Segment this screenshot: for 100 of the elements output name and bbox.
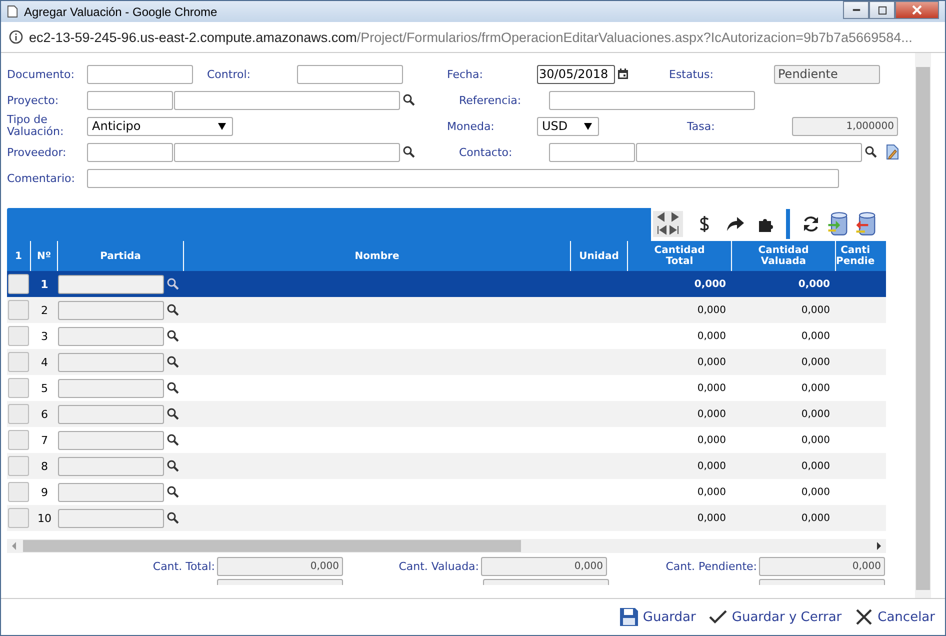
search-icon[interactable] bbox=[403, 146, 415, 158]
close-icon bbox=[912, 5, 922, 15]
url-text[interactable]: ec2-13-59-245-96.us-east-2.compute.amazonaws.com/Project/Formularios/frmOperacionEditarValuaciones.aspx?IcAutorizacion=9b7b7a5669584... bbox=[29, 30, 912, 44]
maximize-button[interactable] bbox=[869, 1, 895, 19]
search-icon[interactable] bbox=[167, 486, 179, 498]
row-selector[interactable] bbox=[8, 482, 29, 502]
search-icon[interactable] bbox=[167, 330, 179, 342]
input-field[interactable] bbox=[58, 352, 164, 372]
input-field[interactable] bbox=[87, 90, 173, 110]
database-export-icon[interactable] bbox=[855, 211, 877, 237]
total-label: Cant. Total: bbox=[152, 560, 216, 572]
field-label: Proyecto: bbox=[7, 94, 60, 106]
table-cell-text: 0,000 bbox=[800, 304, 831, 318]
row-selector[interactable] bbox=[8, 326, 29, 346]
search-icon[interactable] bbox=[167, 356, 179, 368]
search-icon[interactable] bbox=[167, 304, 179, 316]
table-cell-text: 10 bbox=[36, 510, 52, 526]
input-field[interactable] bbox=[58, 430, 164, 450]
table-cell-text: 0,000 bbox=[696, 434, 727, 448]
input-field[interactable] bbox=[58, 482, 164, 502]
search-icon[interactable] bbox=[403, 94, 415, 106]
pager-arrows-icon[interactable] bbox=[653, 211, 683, 237]
column-header[interactable]: Canti Pendie bbox=[836, 241, 886, 271]
table-cell-text: 0,000 bbox=[696, 330, 727, 344]
field-label: Contacto: bbox=[459, 146, 514, 158]
input-field[interactable] bbox=[58, 404, 164, 424]
input-field[interactable] bbox=[87, 64, 193, 84]
table-cell-text: 0,000 bbox=[696, 460, 727, 474]
input-field[interactable] bbox=[549, 90, 755, 110]
table-cell-text: 0,000 bbox=[696, 512, 727, 526]
field-label: Control: bbox=[207, 68, 252, 80]
page-icon bbox=[7, 5, 18, 18]
table-cell-text: 0,000 bbox=[696, 382, 727, 396]
database-import-icon[interactable] bbox=[827, 211, 849, 237]
search-icon[interactable] bbox=[167, 408, 179, 420]
table-cell-text: 3 bbox=[40, 328, 49, 344]
comment-field[interactable] bbox=[87, 168, 839, 188]
input-field[interactable] bbox=[636, 142, 862, 162]
input-field[interactable] bbox=[58, 274, 164, 294]
minimize-button[interactable] bbox=[843, 1, 869, 19]
row-selector[interactable] bbox=[8, 300, 29, 320]
row-selector[interactable] bbox=[8, 274, 29, 294]
field-label: Referencia: bbox=[459, 94, 522, 106]
minimize-icon bbox=[852, 8, 860, 12]
input-field[interactable] bbox=[87, 142, 173, 162]
total-field[interactable]: 0,000 bbox=[217, 556, 343, 576]
rate-field[interactable]: 1,000000 bbox=[792, 116, 898, 136]
search-icon[interactable] bbox=[865, 146, 877, 158]
table-cell-text: 0,000 bbox=[797, 278, 831, 292]
field-label: Estatus: bbox=[669, 68, 714, 80]
table-cell-text: 0,000 bbox=[696, 408, 727, 422]
edit-document-icon[interactable] bbox=[885, 144, 899, 160]
search-icon[interactable] bbox=[167, 278, 179, 290]
table-cell-text: 0,000 bbox=[800, 330, 831, 344]
table-cell-text: 0,000 bbox=[800, 460, 831, 474]
table-cell-text: 0,000 bbox=[696, 356, 727, 370]
input-field[interactable] bbox=[549, 142, 635, 162]
input-field[interactable] bbox=[174, 90, 400, 110]
type-dropdown[interactable]: Anticipo bbox=[87, 116, 233, 136]
input-field[interactable] bbox=[58, 508, 164, 528]
row-selector[interactable] bbox=[8, 430, 29, 450]
save-button[interactable]: Guardar bbox=[618, 607, 696, 627]
info-icon[interactable] bbox=[9, 30, 23, 44]
row-selector[interactable] bbox=[8, 456, 29, 476]
save-close-button[interactable]: Guardar y Cerrar bbox=[708, 607, 842, 627]
search-icon[interactable] bbox=[167, 460, 179, 472]
table-cell-text: 6 bbox=[40, 406, 49, 422]
search-icon[interactable] bbox=[167, 512, 179, 524]
calendar-icon[interactable] bbox=[617, 68, 629, 80]
input-field[interactable] bbox=[58, 378, 164, 398]
input-field[interactable] bbox=[58, 300, 164, 320]
search-icon[interactable] bbox=[167, 382, 179, 394]
search-icon[interactable] bbox=[167, 434, 179, 446]
refresh-icon[interactable] bbox=[801, 214, 821, 234]
cancel-button[interactable]: Cancelar bbox=[854, 607, 935, 627]
row-selector[interactable] bbox=[8, 378, 29, 398]
table-cell-text: 0,000 bbox=[696, 486, 727, 500]
vertical-scrollbar[interactable] bbox=[915, 53, 931, 598]
status-field[interactable]: Pendiente bbox=[774, 64, 880, 84]
date-field[interactable]: 30/05/2018 bbox=[537, 64, 615, 84]
total-label: Cant. Valuada: bbox=[398, 560, 480, 572]
input-field[interactable] bbox=[297, 64, 403, 84]
field-label: Tipo de Valuación: bbox=[7, 114, 65, 138]
input-field[interactable] bbox=[174, 142, 400, 162]
total-field[interactable]: 0,000 bbox=[481, 556, 607, 576]
input-field[interactable] bbox=[58, 456, 164, 476]
table-cell-text: 0,000 bbox=[693, 278, 727, 292]
table-cell-text: 8 bbox=[40, 458, 49, 474]
close-button[interactable] bbox=[895, 1, 939, 19]
input-field[interactable] bbox=[58, 326, 164, 346]
table-cell-text: 1 bbox=[40, 276, 50, 292]
currency-dropdown[interactable]: USD bbox=[537, 116, 599, 136]
row-selector[interactable] bbox=[8, 352, 29, 372]
table-cell-text: 5 bbox=[40, 380, 49, 396]
row-selector[interactable] bbox=[8, 508, 29, 528]
row-selector[interactable] bbox=[8, 404, 29, 424]
horizontal-scrollbar[interactable] bbox=[7, 539, 886, 553]
field-label: Moneda: bbox=[447, 120, 496, 132]
table-cell-text: 7 bbox=[40, 432, 49, 448]
total-field[interactable]: 0,000 bbox=[759, 556, 885, 576]
